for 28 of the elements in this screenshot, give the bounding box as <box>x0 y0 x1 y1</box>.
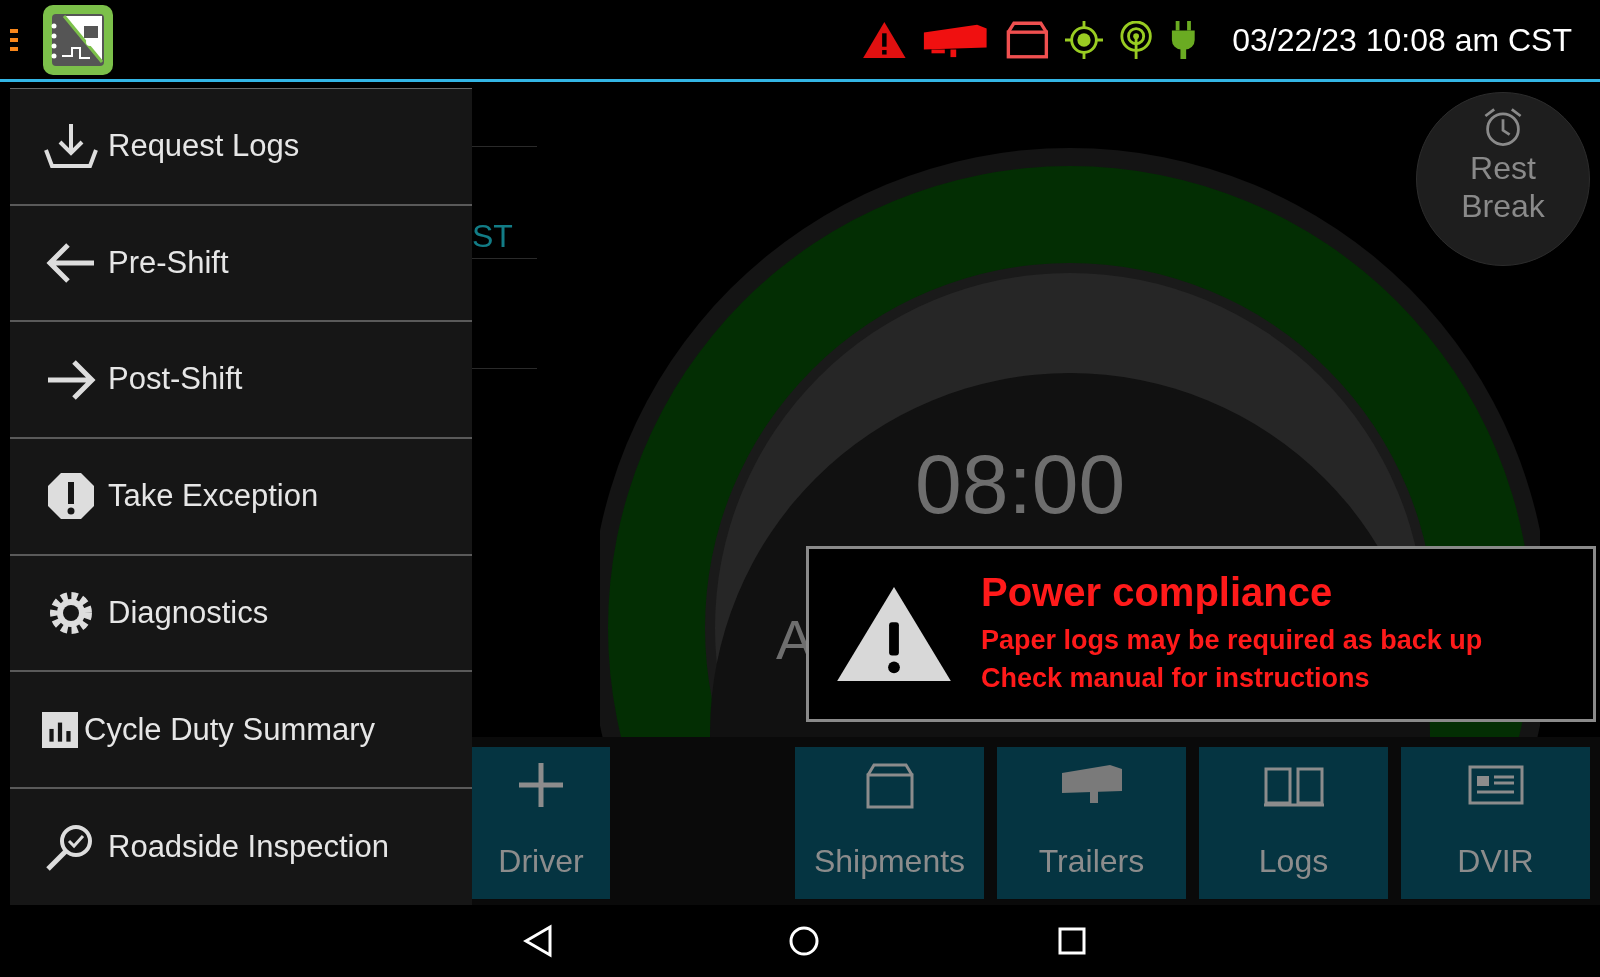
action-tile[interactable]: DVIR <box>1401 747 1590 899</box>
drawer-item[interactable]: Pre-Shift <box>10 205 472 323</box>
box-icon[interactable] <box>1004 20 1050 59</box>
drawer-item[interactable]: Cycle Duty Summary <box>10 672 472 790</box>
drawer-item[interactable]: Diagnostics <box>10 555 472 673</box>
menu-icon[interactable] <box>10 28 18 51</box>
app-logo-icon[interactable] <box>42 3 114 76</box>
remaining-time: 08:00 <box>915 442 1126 526</box>
drawer-item[interactable]: Roadside Inspection <box>10 789 472 905</box>
plug-icon[interactable] <box>1169 20 1197 59</box>
status-label: ST <box>472 217 513 256</box>
drawer-item[interactable]: Post-Shift <box>10 322 472 440</box>
rest-break-button[interactable]: Rest Break <box>1416 92 1590 266</box>
date-time: 03/22/23 10:08 am CST <box>1232 20 1572 60</box>
alert-title: Power compliance <box>981 570 1334 615</box>
add-driver-button[interactable]: Driver <box>472 747 610 899</box>
drawer-item[interactable]: Request Logs <box>10 89 472 206</box>
action-tile[interactable]: Trailers <box>997 747 1186 899</box>
alert-message: Check manual for instructions <box>981 662 1371 695</box>
warning-icon[interactable] <box>861 20 907 59</box>
antenna-icon[interactable] <box>1119 20 1154 59</box>
drawer-item[interactable]: Take Exception <box>10 439 472 556</box>
action-tile[interactable]: Shipments <box>795 747 984 899</box>
bar-chart-icon <box>42 711 78 748</box>
action-tile[interactable]: Logs <box>1199 747 1388 899</box>
warning-icon <box>835 585 953 683</box>
crosshair-icon[interactable] <box>1065 20 1104 59</box>
alert-message: Paper logs may be required as back up <box>981 624 1483 658</box>
